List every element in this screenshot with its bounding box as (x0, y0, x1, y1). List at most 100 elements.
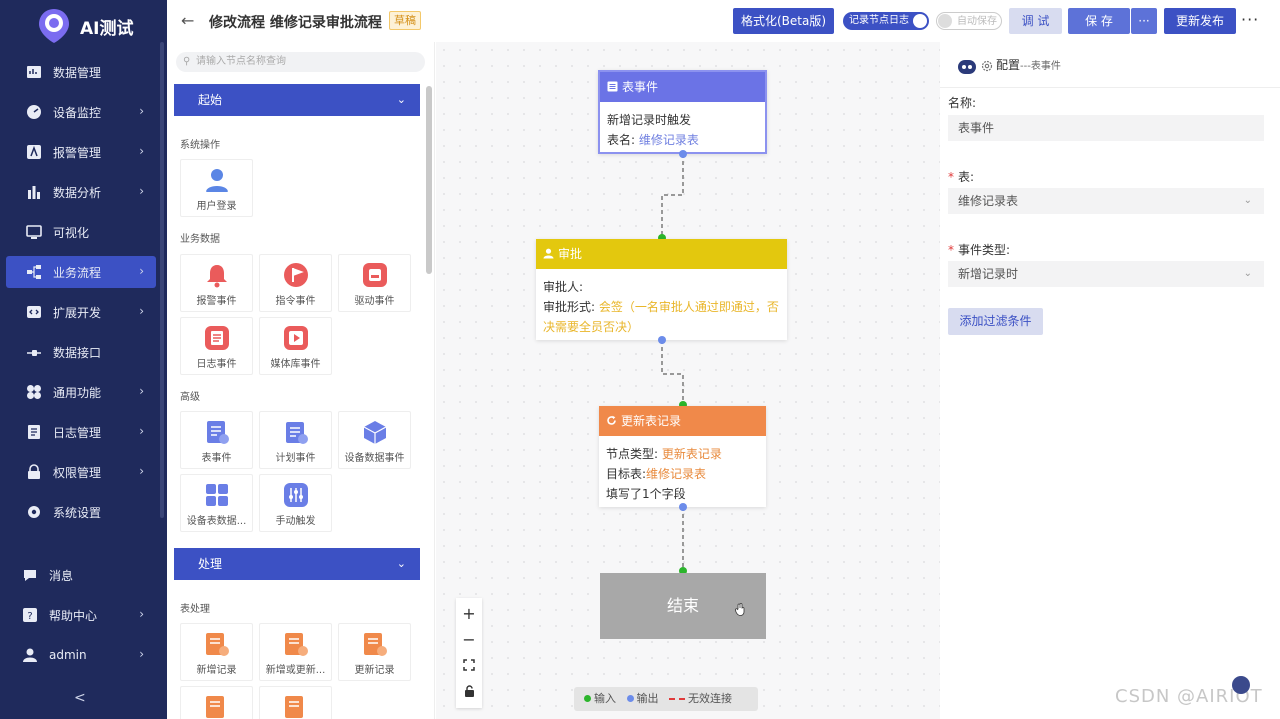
plug-icon (27, 350, 41, 356)
autosave-toggle-label: 自动保存 (957, 16, 997, 27)
node-update-record[interactable]: 更新表记录 节点类型: 更新表记录 目标表:维修记录表 填写了1个字段 (599, 406, 766, 507)
back-button[interactable]: ← (181, 11, 194, 30)
card-schedule-event[interactable]: 计划事件 (259, 411, 332, 469)
update-record-icon (364, 633, 387, 656)
node-search-input[interactable]: ⚲ 请输入节点名称查询 (176, 52, 425, 72)
toggle-knob (913, 14, 927, 28)
node-header: 审批 (536, 239, 787, 269)
zoom-out-button[interactable]: − (456, 626, 482, 652)
node-field-label: 目标表: (606, 467, 647, 481)
chevron-down-icon: ⌄ (1243, 195, 1252, 206)
flow-icon (27, 265, 41, 279)
nav-item-alarm[interactable]: 报警管理 › (6, 136, 156, 168)
nav-item-plug[interactable]: 数据接口 (6, 336, 156, 368)
flow-canvas[interactable]: 表事件 新增记录时触发 表名: 维修记录表 审批 审批人: 审批形式: 会签（一… (436, 42, 940, 719)
nav-item-screen[interactable]: 可视化 (6, 216, 156, 248)
bar-chart-icon (28, 186, 40, 199)
debug-button[interactable]: 调 试 (1009, 8, 1062, 34)
search-placeholder: 请输入节点名称查询 (196, 56, 286, 67)
nav-item-label: 数据管理 (53, 65, 102, 80)
card-device-table-data[interactable]: 设备表数据... (180, 474, 253, 532)
node-body: 节点类型: 更新表记录 目标表:维修记录表 填写了1个字段 (599, 436, 766, 512)
card-media-event[interactable]: 媒体库事件 (259, 317, 332, 375)
card-delete-record[interactable] (180, 686, 253, 719)
card-label: 用户登录 (196, 201, 237, 212)
node-table-event[interactable]: 表事件 新增记录时触发 表名: 维修记录表 (598, 70, 767, 154)
card-user-login[interactable]: 用户登录 (180, 159, 253, 217)
node-field-value: 维修记录表 (638, 133, 699, 147)
user-icon (206, 169, 228, 192)
lock-button[interactable] (456, 678, 482, 704)
card-new-record[interactable]: 新增记录 (180, 623, 253, 681)
node-trigger-text: 新增记录时触发 (607, 113, 692, 127)
node-header: 更新表记录 (599, 406, 766, 436)
card-add-or-update[interactable]: 新增或更新... (259, 623, 332, 681)
publish-button[interactable]: 更新发布 (1164, 8, 1236, 34)
card-log-event[interactable]: 日志事件 (180, 317, 253, 375)
event-type-select[interactable]: 新增记录时 ⌄ (948, 261, 1264, 287)
group-table-ops: 表处理 (180, 604, 210, 615)
edge-2[interactable] (661, 340, 684, 405)
card-driver-event[interactable]: 驱动事件 (338, 254, 411, 312)
edge-1[interactable] (661, 154, 684, 238)
nav-item-lock[interactable]: 权限管理 › (6, 456, 156, 488)
nav-item-log[interactable]: 日志管理 › (6, 416, 156, 448)
section-process-label: 处理 (198, 557, 223, 571)
nav-item-monitor[interactable]: 设备监控 › (6, 96, 156, 128)
config-header: 配置---表事件 (957, 56, 1061, 76)
media-icon (284, 326, 308, 350)
card-table-event[interactable]: 表事件 (180, 411, 253, 469)
nav-item-label: admin (49, 648, 87, 662)
section-process[interactable]: 处理 ⌄ (174, 548, 420, 580)
nav-item-user[interactable]: admin › (6, 639, 156, 671)
card-manual-trigger[interactable]: 手动触发 (259, 474, 332, 532)
card-device-data-event[interactable]: 设备数据事件 (338, 411, 411, 469)
card-update-record[interactable]: 更新记录 (338, 623, 411, 681)
card-label: 设备数据事件 (344, 453, 405, 464)
output-port[interactable] (658, 336, 666, 344)
add-filter-button[interactable]: 添加过滤条件 (948, 308, 1043, 335)
name-input[interactable]: 表事件 (948, 115, 1264, 141)
section-start-label: 起始 (198, 93, 223, 107)
save-button[interactable]: 保 存 (1068, 8, 1130, 34)
card-alarm-event[interactable]: 报警事件 (180, 254, 253, 312)
card-command-event[interactable]: 指令事件 (259, 254, 332, 312)
log-toggle[interactable]: 记录节点日志 (843, 12, 929, 30)
nav-item-label: 权限管理 (53, 465, 102, 480)
input-dot-icon (584, 695, 591, 702)
invalid-dash-icon (669, 698, 685, 700)
output-port[interactable] (679, 150, 687, 158)
table-select[interactable]: 维修记录表 ⌄ (948, 188, 1264, 214)
assistant-robot-icon[interactable] (1232, 676, 1250, 694)
card-label: 报警事件 (196, 296, 237, 307)
nav-item-flow[interactable]: 业务流程 › (6, 256, 156, 288)
robot-icon (958, 60, 976, 74)
nav-item-label: 扩展开发 (53, 305, 102, 320)
card-label: 表事件 (201, 453, 232, 464)
chevron-down-icon: ⌄ (396, 557, 406, 570)
node-approval[interactable]: 审批 审批人: 审批形式: 会签（一名审批人通过即通过，否决需要全员否决） (536, 239, 787, 340)
palette-scrollbar[interactable] (426, 86, 432, 274)
zoom-in-button[interactable]: + (456, 600, 482, 626)
nav-scrollbar[interactable] (160, 42, 164, 518)
card-label: 新增记录 (196, 665, 237, 676)
card-query-record[interactable] (259, 686, 332, 719)
nav-item-message[interactable]: 消息 (6, 559, 156, 591)
log-icon (205, 326, 229, 350)
node-approver-label: 审批人: (543, 280, 584, 294)
nav-item-help[interactable]: ? 帮助中心 › (6, 599, 156, 631)
nav-item-bar-chart[interactable]: 数据分析 › (6, 176, 156, 208)
more-menu-button[interactable]: ··· (1241, 10, 1259, 29)
collapse-nav-button[interactable]: < (74, 690, 86, 706)
section-start[interactable]: 起始 ⌄ (174, 84, 420, 116)
nav-item-gear[interactable]: 系统设置 (6, 496, 156, 528)
format-button[interactable]: 格式化(Beta版) (733, 8, 834, 34)
autosave-toggle[interactable]: 自动保存 (936, 12, 1002, 30)
save-more-button[interactable]: ··· (1131, 8, 1157, 34)
hand-cursor-icon (735, 603, 745, 616)
nav-item-code[interactable]: 扩展开发 › (6, 296, 156, 328)
fit-view-button[interactable] (456, 652, 482, 678)
nav-item-database[interactable]: 数据管理 (6, 56, 156, 88)
output-port[interactable] (679, 503, 687, 511)
nav-item-grid[interactable]: 通用功能 › (6, 376, 156, 408)
